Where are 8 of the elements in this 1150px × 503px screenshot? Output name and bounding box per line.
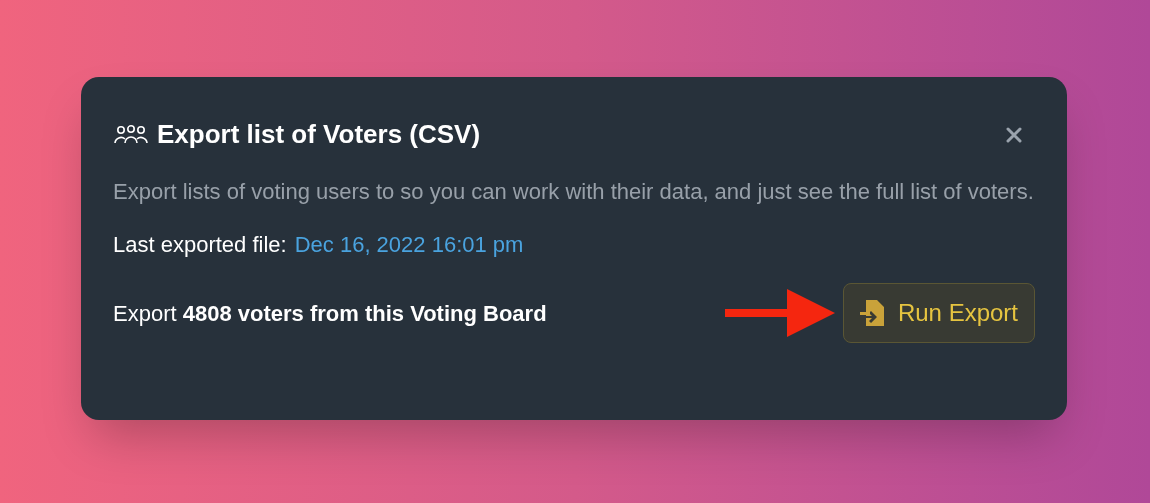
last-export-label: Last exported file: (113, 231, 287, 259)
run-export-button[interactable]: Run Export (842, 283, 1035, 343)
file-import-icon (859, 299, 886, 327)
dialog-title: Export list of Voters (CSV) (157, 118, 481, 151)
export-summary: Export 4808 voters from this Voting Board (113, 299, 547, 328)
dialog-description: Export lists of voting users to so you can work with their data, and just see the full list of voters. (113, 178, 1035, 206)
last-export-link[interactable]: Dec 16, 2022 16:01 pm (294, 228, 524, 261)
users-icon (113, 123, 149, 146)
